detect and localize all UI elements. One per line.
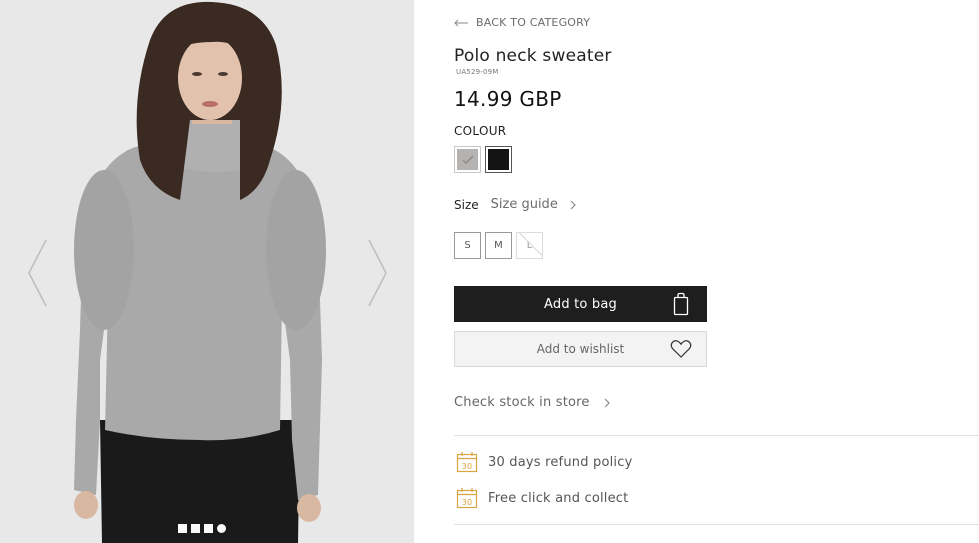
colour-swatches bbox=[454, 146, 512, 173]
product-sku: UA529-09M bbox=[456, 68, 499, 76]
product-price: 14.99 GBP bbox=[454, 87, 562, 111]
size-option-label: M bbox=[494, 240, 503, 251]
size-options: S M L bbox=[454, 232, 543, 259]
size-option-m[interactable]: M bbox=[485, 232, 512, 259]
add-to-bag-label: Add to bag bbox=[544, 296, 617, 312]
size-label: Size bbox=[454, 197, 479, 212]
size-guide-link[interactable]: Size guide bbox=[491, 197, 576, 212]
size-row: Size Size guide bbox=[454, 197, 576, 212]
divider bbox=[454, 524, 979, 525]
unavailable-strike bbox=[518, 233, 542, 258]
add-to-wishlist-label: Add to wishlist bbox=[536, 342, 625, 356]
shopping-bag-icon bbox=[673, 292, 689, 316]
check-stock-link[interactable]: Check stock in store bbox=[454, 395, 610, 410]
calendar-30-icon: 30 bbox=[456, 488, 478, 509]
check-stock-label: Check stock in store bbox=[454, 395, 590, 410]
back-to-category-label: BACK TO CATEGORY bbox=[476, 16, 591, 29]
svg-text:30: 30 bbox=[462, 498, 473, 507]
colour-swatch-grey[interactable] bbox=[454, 146, 481, 173]
product-title: Polo neck sweater bbox=[454, 46, 612, 66]
perk-refund-policy: 30 30 days refund policy bbox=[456, 451, 632, 473]
add-to-wishlist-button[interactable]: Add to wishlist bbox=[454, 331, 707, 367]
perk-label: 30 days refund policy bbox=[488, 454, 633, 470]
svg-text:30: 30 bbox=[462, 462, 473, 471]
colour-swatch-black[interactable] bbox=[485, 146, 512, 173]
back-to-category-link[interactable]: BACK TO CATEGORY bbox=[454, 16, 590, 29]
size-guide-label: Size guide bbox=[490, 197, 558, 212]
perk-label: Free click and collect bbox=[488, 490, 629, 506]
gallery-dot-active[interactable] bbox=[217, 523, 226, 533]
gallery-pagination bbox=[178, 522, 226, 534]
calendar-30-icon: 30 bbox=[456, 452, 478, 473]
gallery-next-arrow[interactable] bbox=[365, 238, 389, 308]
chevron-right-icon bbox=[604, 398, 610, 407]
heart-icon bbox=[670, 340, 692, 358]
colour-label: COLOUR bbox=[454, 124, 507, 138]
perk-click-collect: 30 Free click and collect bbox=[456, 487, 628, 509]
size-option-l-unavailable: L bbox=[516, 232, 543, 259]
size-option-s[interactable]: S bbox=[454, 232, 481, 259]
gallery-dot[interactable] bbox=[178, 523, 187, 533]
add-to-bag-button[interactable]: Add to bag bbox=[454, 286, 707, 322]
divider bbox=[454, 435, 979, 436]
gallery-dot[interactable] bbox=[191, 523, 200, 533]
gallery-dot[interactable] bbox=[204, 523, 213, 533]
chevron-right-icon bbox=[570, 200, 576, 209]
product-photo bbox=[0, 0, 414, 543]
size-option-label: S bbox=[464, 240, 471, 251]
check-icon bbox=[461, 154, 474, 164]
product-gallery bbox=[0, 0, 414, 543]
gallery-prev-arrow[interactable] bbox=[26, 238, 50, 308]
arrow-left-icon bbox=[454, 19, 468, 26]
product-details: BACK TO CATEGORY Polo neck sweater UA529… bbox=[454, 0, 979, 543]
